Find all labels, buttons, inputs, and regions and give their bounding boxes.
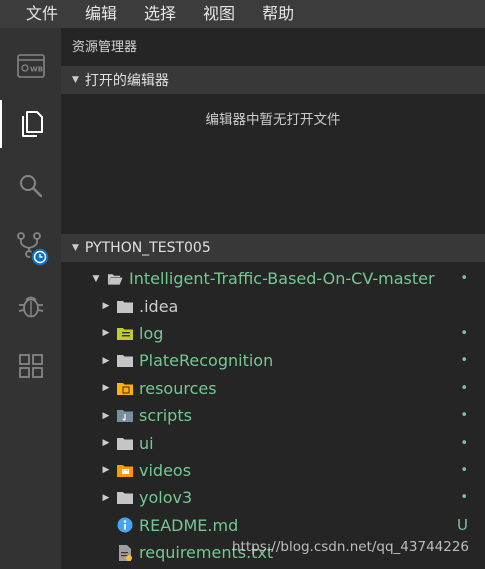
chevron-right-icon: ▶ <box>102 355 110 366</box>
tree-item-folder[interactable]: ▶ yolov3 • <box>61 484 485 511</box>
folder-open-icon <box>107 271 123 287</box>
tree-item-status: • <box>460 325 468 341</box>
explorer-sidebar: 资源管理器 ▼ 打开的编辑器 编辑器中暂无打开文件 ▼ PYTHON_TEST0… <box>61 28 485 569</box>
tree-item-folder[interactable]: ▶ scripts • <box>61 402 485 429</box>
tree-item-status: • <box>460 435 468 451</box>
tree-item-status: • <box>460 490 468 506</box>
menu-help[interactable]: 帮助 <box>248 0 307 28</box>
menu-file[interactable]: 文件 <box>0 0 71 28</box>
folder-icon <box>117 298 133 314</box>
chevron-right-icon: ▶ <box>102 383 110 394</box>
chevron-right-icon: ▶ <box>102 438 110 449</box>
tree-item-folder[interactable]: ▶ ui • <box>61 429 485 456</box>
tree-item-label: Intelligent-Traffic-Based-On-CV-master <box>129 269 435 289</box>
tree-item-file[interactable]: README.md U <box>61 512 485 539</box>
chevron-right-icon: ▶ <box>102 410 110 421</box>
tree-item-folder[interactable]: ▶ log • <box>61 320 485 347</box>
watermark: https://blog.csdn.net/qq_43744226 <box>232 539 470 555</box>
menu-view[interactable]: 视图 <box>189 0 248 28</box>
folder-icon <box>117 490 133 506</box>
chevron-down-icon: ▼ <box>72 243 79 253</box>
tree-item-label: log <box>139 323 164 343</box>
tree-item-label: README.md <box>139 515 239 535</box>
chevron-down-icon: ▼ <box>72 75 79 85</box>
menu-bar: 文件 编辑 选择 视图 帮助 <box>0 0 485 28</box>
folder-icon <box>117 435 133 451</box>
log-folder-icon <box>117 325 133 341</box>
activity-bar: WB <box>0 28 61 569</box>
svg-text:WB: WB <box>30 66 43 74</box>
empty-editors-message: 编辑器中暂无打开文件 <box>205 112 341 128</box>
open-editors-header[interactable]: ▼ 打开的编辑器 <box>61 66 485 94</box>
tree-item-status: • <box>460 353 468 369</box>
workspace-label: PYTHON_TEST005 <box>84 240 211 256</box>
tree-item-status: • <box>460 462 468 478</box>
search-icon[interactable] <box>0 162 61 210</box>
tree-item-status: • <box>460 408 468 424</box>
chevron-right-icon: ▶ <box>102 328 110 339</box>
chevron-down-icon: ▼ <box>92 273 100 284</box>
info-icon <box>117 517 133 533</box>
tree-item-root-folder[interactable]: ▼ Intelligent-Traffic-Based-On-CV-master… <box>61 265 485 292</box>
scripts-folder-icon <box>117 408 133 424</box>
debug-icon[interactable] <box>0 282 61 330</box>
folder-icon <box>117 353 133 369</box>
resources-folder-icon <box>117 380 133 396</box>
open-editors-label: 打开的编辑器 <box>84 73 169 89</box>
chevron-right-icon: ▶ <box>102 465 110 476</box>
menu-selection[interactable]: 选择 <box>130 0 189 28</box>
sidebar-title: 资源管理器 <box>72 40 138 55</box>
tree-item-folder[interactable]: ▶ .idea <box>61 292 485 319</box>
tree-item-folder[interactable]: ▶ PlateRecognition • <box>61 347 485 374</box>
tree-item-label: scripts <box>139 406 192 426</box>
menu-edit[interactable]: 编辑 <box>71 0 130 28</box>
extensions-icon[interactable] <box>0 342 61 390</box>
tree-item-label: ui <box>139 433 154 453</box>
videos-folder-icon <box>117 462 133 478</box>
tree-item-folder[interactable]: ▶ resources • <box>61 375 485 402</box>
source-control-icon[interactable] <box>0 224 61 272</box>
tree-item-label: resources <box>139 378 217 398</box>
tree-item-folder[interactable]: ▶ videos • <box>61 457 485 484</box>
explorer-icon[interactable] <box>0 100 61 148</box>
workspace-header[interactable]: ▼ PYTHON_TEST005 <box>61 234 485 262</box>
tree-item-status: • <box>460 380 468 396</box>
tree-item-status: U <box>457 516 468 535</box>
chevron-right-icon: ▶ <box>102 492 110 503</box>
tree-item-label: yolov3 <box>139 488 193 508</box>
preview-icon[interactable]: WB <box>0 42 61 90</box>
text-file-icon <box>117 544 133 561</box>
file-tree: ▼ Intelligent-Traffic-Based-On-CV-master… <box>61 265 485 566</box>
tree-item-label: PlateRecognition <box>139 351 274 371</box>
tree-item-status: • <box>460 271 468 287</box>
chevron-right-icon: ▶ <box>102 301 110 312</box>
tree-item-label: videos <box>139 460 192 480</box>
tree-item-label: .idea <box>139 296 179 316</box>
